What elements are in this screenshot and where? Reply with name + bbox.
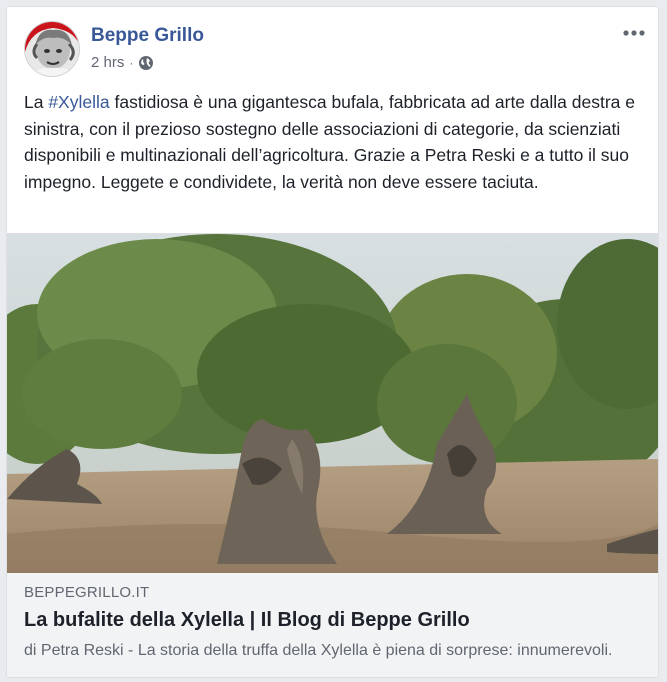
link-preview[interactable]: BEPPEGRILLO.IT La bufalite della Xylella… bbox=[7, 233, 658, 677]
link-info: BEPPEGRILLO.IT La bufalite della Xylella… bbox=[24, 584, 644, 660]
post-text-after: fastidiosa è una gigantesca bufala, fabb… bbox=[24, 92, 635, 192]
meta-separator: · bbox=[129, 55, 134, 70]
post-message: La #Xylella fastidiosa è una gigantesca … bbox=[24, 89, 646, 195]
more-options-icon[interactable] bbox=[620, 23, 648, 43]
post-timestamp[interactable]: 2 hrs bbox=[91, 54, 124, 71]
author-avatar[interactable] bbox=[24, 21, 80, 77]
post-header: Beppe Grillo 2 hrs · bbox=[7, 7, 658, 87]
avatar-portrait bbox=[25, 22, 79, 76]
author-name[interactable]: Beppe Grillo bbox=[91, 25, 204, 47]
link-preview-image[interactable] bbox=[7, 234, 658, 573]
globe-icon[interactable] bbox=[138, 55, 154, 71]
link-title[interactable]: La bufalite della Xylella | Il Blog di B… bbox=[24, 609, 644, 632]
post-text-before: La bbox=[24, 92, 49, 112]
link-domain: BEPPEGRILLO.IT bbox=[24, 584, 150, 601]
post-meta: 2 hrs · bbox=[91, 54, 154, 71]
hashtag-link[interactable]: #Xylella bbox=[48, 92, 109, 112]
post-card: Beppe Grillo 2 hrs · La #Xylella fastidi… bbox=[6, 6, 659, 678]
link-description: di Petra Reski - La storia della truffa … bbox=[24, 642, 613, 659]
